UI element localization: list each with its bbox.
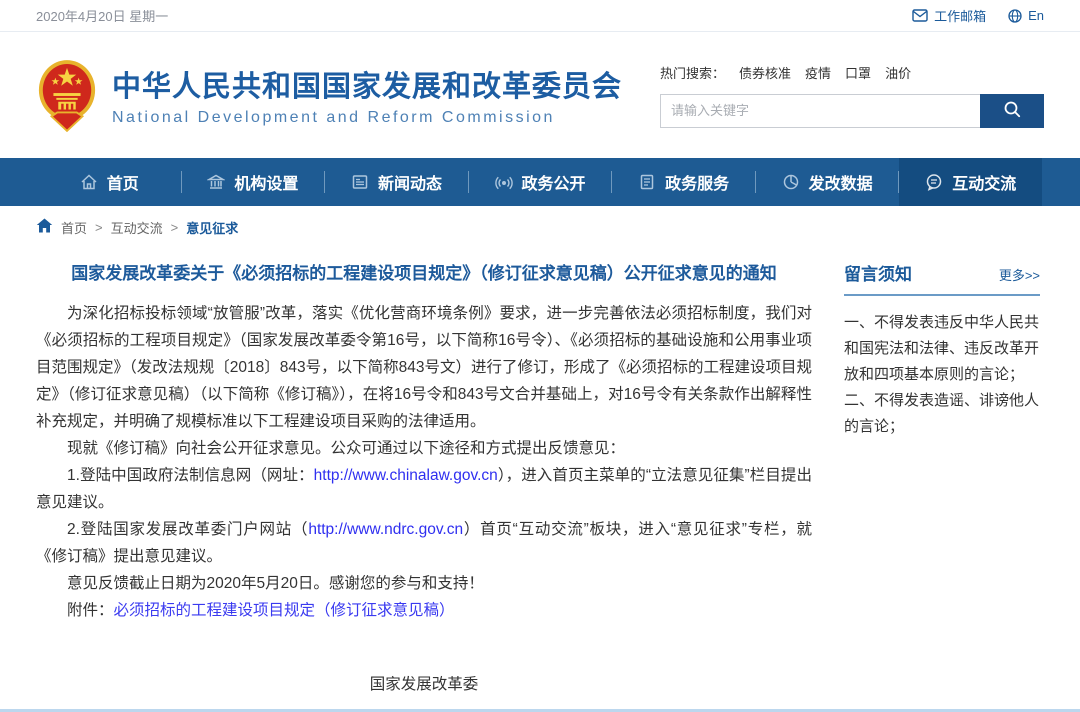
article-paragraph-5: 意见反馈截止日期为2020年5月20日。感谢您的参与和支持！: [36, 570, 812, 597]
article-title: 国家发展改革委关于《必须招标的工程建设项目规定》（修订征求意见稿）公开征求意见的…: [36, 262, 812, 286]
site-title-en: National Development and Reform Commissi…: [112, 109, 622, 127]
breadcrumb-home-icon: [36, 218, 53, 236]
paragraph-4-text: 2.登陆国家发展改革委门户网站（: [67, 521, 308, 538]
article: 国家发展改革委关于《必须招标的工程建设项目规定》（修订征求意见稿）公开征求意见的…: [36, 254, 812, 712]
document-icon: [638, 173, 656, 191]
site-title-cn: 中华人民共和国国家发展和改革委员会: [112, 63, 622, 105]
language-label: En: [1028, 8, 1044, 23]
hot-term-oil-price[interactable]: 油价: [885, 63, 911, 82]
nav-gov-open-label: 政务公开: [522, 170, 586, 194]
nav-news[interactable]: 新闻动态: [325, 158, 468, 206]
paragraph-3-text: 1.登陆中国政府法制信息网（网址：: [67, 467, 314, 484]
sidebar-rules: 一、不得发表违反中华人民共和国宪法和法律、违反改革开放和四项基本原则的言论； 二…: [844, 310, 1040, 440]
main-content: 国家发展改革委关于《必须招标的工程建设项目规定》（修订征求意见稿）公开征求意见的…: [0, 248, 1080, 712]
breadcrumb-home[interactable]: 首页: [61, 218, 87, 237]
top-utility-bar: 2020年4月20日 星期一 工作邮箱 En: [0, 0, 1080, 32]
breadcrumb-current: 意见征求: [186, 218, 238, 237]
site-brand[interactable]: 中华人民共和国国家发展和改革委员会 National Development a…: [36, 58, 622, 132]
search-button[interactable]: [980, 94, 1044, 128]
signature-block: 国家发展改革委 2020年4月20日: [36, 668, 812, 712]
home-icon: [80, 173, 98, 191]
nav-data-label: 发改数据: [809, 170, 873, 194]
article-paragraph-3: 1.登陆中国政府法制信息网（网址：http://www.chinalaw.gov…: [36, 462, 812, 516]
breadcrumb-separator: >: [171, 220, 179, 235]
breadcrumb-interaction[interactable]: 互动交流: [111, 218, 163, 237]
breadcrumb-separator: >: [95, 220, 103, 235]
nav-institution[interactable]: 机构设置: [182, 158, 325, 206]
brand-text: 中华人民共和国国家发展和改革委员会 National Development a…: [112, 63, 622, 127]
attachment-row: 附件：必须招标的工程建设项目规定（修订征求意见稿）: [36, 597, 812, 624]
search-icon: [1003, 100, 1021, 121]
chinalaw-url-link[interactable]: http://www.chinalaw.gov.cn: [314, 467, 498, 484]
news-icon: [351, 173, 369, 191]
nav-gov-service-label: 政务服务: [665, 170, 729, 194]
broadcast-icon: [495, 173, 513, 191]
search-bar: [660, 94, 1044, 128]
header-search-area: 热门搜索： 债券核准 疫情 口罩 油价: [660, 63, 1044, 128]
pie-chart-icon: [782, 173, 800, 191]
hot-search-label: 热门搜索：: [660, 63, 725, 82]
nav-news-label: 新闻动态: [378, 170, 442, 194]
search-input[interactable]: [660, 94, 980, 128]
nav-institution-label: 机构设置: [234, 170, 298, 194]
nav-home[interactable]: 首页: [38, 158, 181, 206]
sidebar-title: 留言须知: [844, 260, 912, 285]
current-date: 2020年4月20日 星期一: [36, 6, 168, 25]
article-paragraph-1: 为深化招标投标领域“放管服”改革，落实《优化营商环境条例》要求，进一步完善依法必…: [36, 300, 812, 435]
nav-interaction-label: 互动交流: [952, 170, 1016, 194]
hot-search-row: 热门搜索： 债券核准 疫情 口罩 油价: [660, 63, 1044, 82]
sidebar-rule-2: 二、不得发表造谣、诽谤他人的言论；: [844, 388, 1040, 440]
hot-term-masks[interactable]: 口罩: [845, 63, 871, 82]
attachment-link[interactable]: 必须招标的工程建设项目规定（修订征求意见稿）: [114, 602, 455, 619]
work-mailbox-label: 工作邮箱: [934, 6, 986, 25]
article-paragraph-2: 现就《修订稿》向社会公开征求意见。公众可通过以下途径和方式提出反馈意见：: [36, 435, 812, 462]
attachment-label: 附件：: [67, 602, 114, 619]
hot-term-bonds[interactable]: 债券核准: [739, 63, 791, 82]
sidebar-rule-1: 一、不得发表违反中华人民共和国宪法和法律、违反改革开放和四项基本原则的言论；: [844, 310, 1040, 388]
topbar-links: 工作邮箱 En: [912, 6, 1044, 25]
sidebar-header: 留言须知 更多>>: [844, 260, 1040, 296]
site-header: 中华人民共和国国家发展和改革委员会 National Development a…: [0, 32, 1080, 158]
ndrc-url-link[interactable]: http://www.ndrc.gov.cn: [308, 521, 463, 538]
institution-icon: [207, 173, 225, 191]
signature-org: 国家发展改革委: [36, 668, 812, 702]
nav-home-label: 首页: [107, 170, 139, 194]
hot-term-epidemic[interactable]: 疫情: [805, 63, 831, 82]
globe-icon: [1008, 9, 1022, 23]
language-toggle[interactable]: En: [1008, 8, 1044, 23]
nav-data[interactable]: 发改数据: [756, 158, 899, 206]
sidebar-message-notice: 留言须知 更多>> 一、不得发表违反中华人民共和国宪法和法律、违反改革开放和四项…: [844, 254, 1040, 712]
nav-gov-service[interactable]: 政务服务: [612, 158, 755, 206]
national-emblem-logo: [36, 58, 98, 132]
work-mailbox-link[interactable]: 工作邮箱: [912, 6, 986, 25]
nav-gov-open[interactable]: 政务公开: [469, 158, 612, 206]
main-navigation: 首页 机构设置 新闻动态 政务公开 政务服务 发改数据 互动交流: [0, 158, 1080, 206]
mail-icon: [912, 9, 928, 22]
sidebar-more-link[interactable]: 更多>>: [999, 265, 1040, 284]
breadcrumb: 首页 > 互动交流 > 意见征求: [0, 206, 1080, 248]
chat-icon: [925, 173, 943, 191]
nav-interaction[interactable]: 互动交流: [899, 158, 1042, 206]
article-paragraph-4: 2.登陆国家发展改革委门户网站（http://www.ndrc.gov.cn）首…: [36, 516, 812, 570]
